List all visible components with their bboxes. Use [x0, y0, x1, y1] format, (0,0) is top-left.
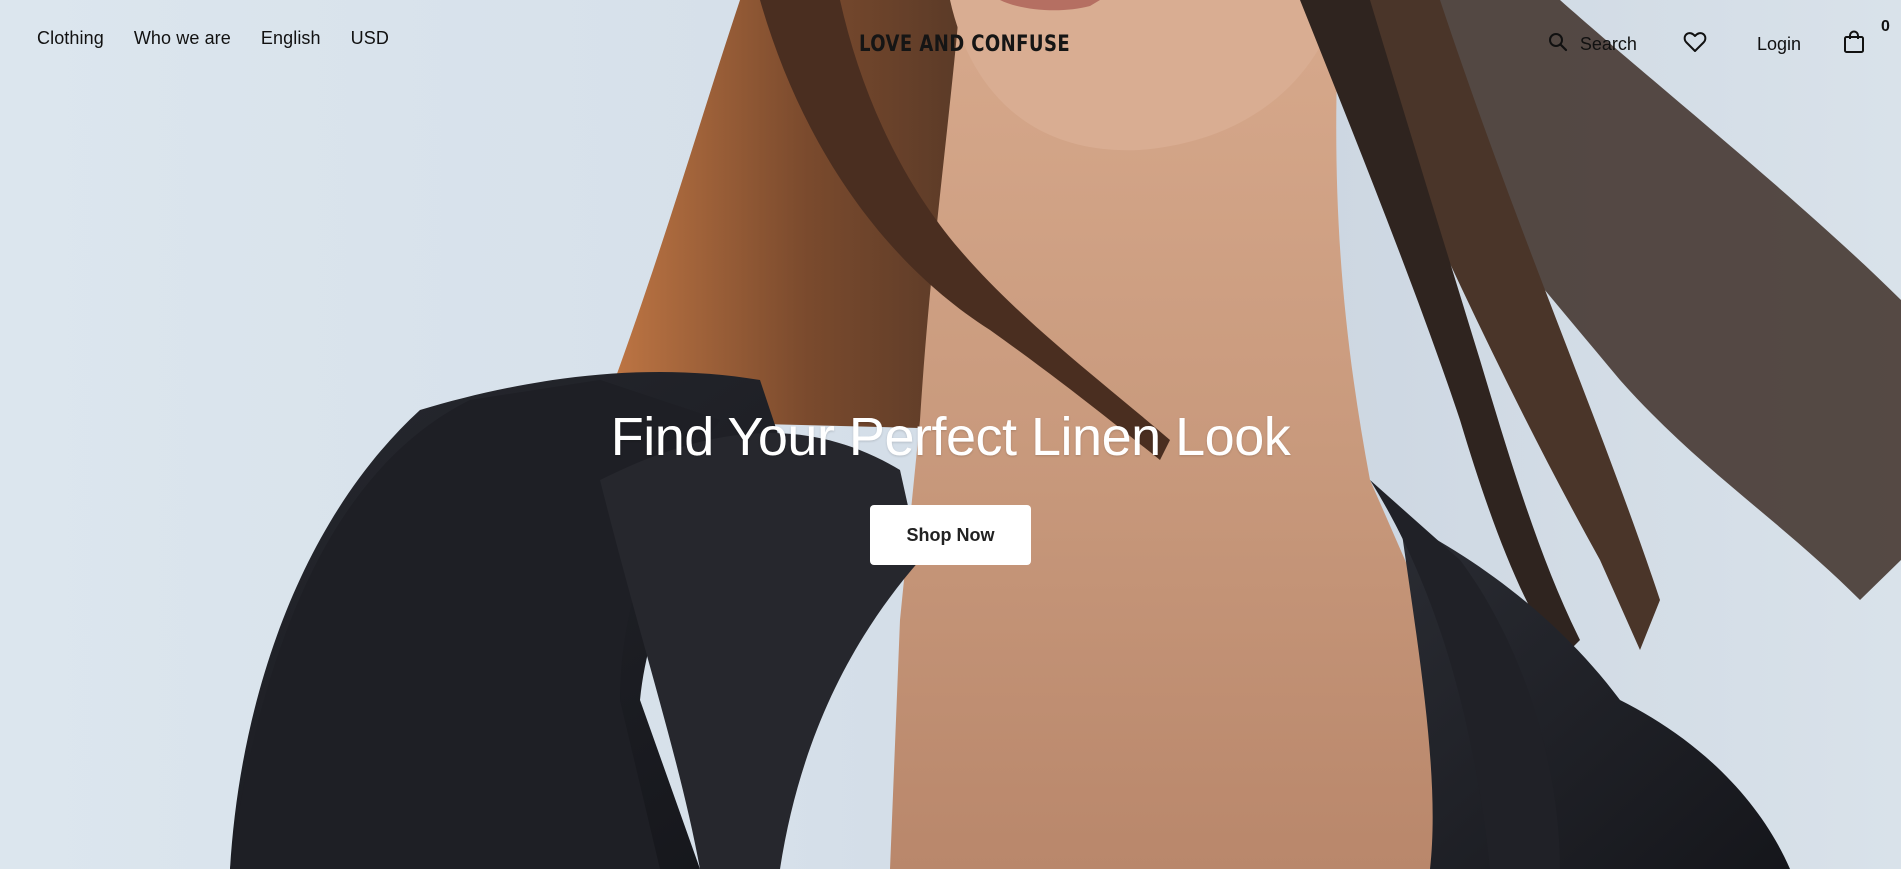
currency-selector[interactable]: USD: [351, 28, 389, 49]
shop-now-button[interactable]: Shop Now: [870, 505, 1031, 565]
header-actions: Search Login 0: [1548, 18, 1890, 59]
brand-logo[interactable]: LOVE AND CONFUSE: [859, 32, 1070, 57]
main-nav: Clothing Who we are English USD: [37, 28, 389, 49]
language-selector[interactable]: English: [261, 28, 321, 49]
nav-who-we-are-link[interactable]: Who we are: [134, 28, 231, 49]
search-icon: [1548, 32, 1568, 57]
cart-count-badge: 0: [1881, 18, 1890, 35]
heart-icon: [1683, 31, 1707, 58]
site-header: Clothing Who we are English USD LOVE AND…: [0, 0, 1901, 90]
shopping-bag-icon: [1843, 30, 1865, 59]
cart-button[interactable]: 0: [1843, 18, 1890, 59]
search-label: Search: [1579, 34, 1637, 54]
search-button[interactable]: Search: [1548, 32, 1637, 57]
hero-headline: Find Your Perfect Linen Look: [610, 407, 1291, 467]
wishlist-button[interactable]: [1683, 31, 1707, 58]
hero-banner: Clothing Who we are English USD LOVE AND…: [0, 0, 1901, 869]
login-link[interactable]: Login: [1757, 34, 1801, 55]
nav-clothing-link[interactable]: Clothing: [37, 28, 104, 49]
